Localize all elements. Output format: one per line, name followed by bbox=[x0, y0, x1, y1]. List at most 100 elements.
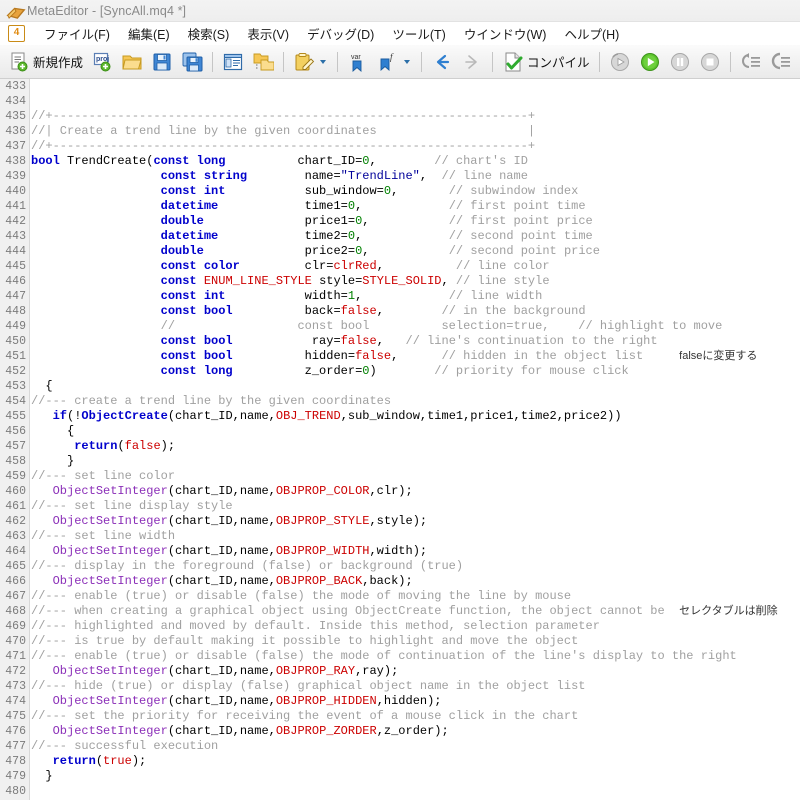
code-line[interactable]: 473 //--- hide (true) or display (false) … bbox=[0, 679, 800, 694]
code-line[interactable]: 476 ObjectSetInteger(chart_ID,name,OBJPR… bbox=[0, 724, 800, 739]
insert-function-button[interactable]: f bbox=[374, 48, 415, 76]
code-line[interactable]: 442 double price1=0, // first point pric… bbox=[0, 214, 800, 229]
code-line[interactable]: 437 //+----------------------------------… bbox=[0, 139, 800, 154]
code-line[interactable]: 450 const bool ray=false, // line's cont… bbox=[0, 334, 800, 349]
code-line[interactable]: 455 if(!ObjectCreate(chart_ID,name,OBJ_T… bbox=[0, 409, 800, 424]
code-line[interactable]: 464 ObjectSetInteger(chart_ID,name,OBJPR… bbox=[0, 544, 800, 559]
stop-square-icon bbox=[699, 51, 721, 73]
code-line-text: //--- enable (true) or disable (false) t… bbox=[31, 649, 737, 663]
code-token: OBJPROP_RAY bbox=[275, 664, 356, 678]
code-line[interactable]: 445 const color clr=clrRed, // line colo… bbox=[0, 259, 800, 274]
code-line[interactable]: 479 } bbox=[0, 769, 800, 784]
menu-search[interactable]: 検索(S) bbox=[179, 22, 239, 45]
code-token: // second point time bbox=[448, 229, 593, 243]
code-line[interactable]: 435 //+----------------------------------… bbox=[0, 109, 800, 124]
compile-button[interactable]: コンパイル bbox=[499, 48, 593, 76]
code-line[interactable]: 456 { bbox=[0, 424, 800, 439]
code-line[interactable]: 463 //--- set line width bbox=[0, 529, 800, 544]
code-line[interactable]: 457 return(false); bbox=[0, 439, 800, 454]
save-all-button[interactable] bbox=[178, 48, 206, 76]
function-dropdown-caret[interactable] bbox=[404, 59, 411, 64]
open-button[interactable] bbox=[118, 48, 146, 76]
code-line[interactable]: 459 //--- set line color bbox=[0, 469, 800, 484]
code-line[interactable]: 441 datetime time1=0, // first point tim… bbox=[0, 199, 800, 214]
navigator-button[interactable] bbox=[219, 48, 247, 76]
start-button[interactable] bbox=[636, 48, 664, 76]
code-editor[interactable]: 433 434 435 //+----------------------------… bbox=[0, 79, 800, 800]
line-number: 447 bbox=[5, 290, 26, 303]
code-line[interactable]: 471 //--- enable (true) or disable (false… bbox=[0, 649, 800, 664]
code-line[interactable]: 454 //--- create a trend line by the give… bbox=[0, 394, 800, 409]
toolbar-separator-7 bbox=[729, 51, 731, 72]
code-line[interactable]: 470 //--- is true by default making it po… bbox=[0, 634, 800, 649]
code-line[interactable]: 478 return(true); bbox=[0, 754, 800, 769]
line-number: 454 bbox=[5, 395, 26, 408]
code-line-text: //--- create a trend line by the given c… bbox=[31, 394, 391, 408]
clipboard-button[interactable] bbox=[290, 48, 331, 76]
code-line[interactable]: 446 const ENUM_LINE_STYLE style=STYLE_SO… bbox=[0, 274, 800, 289]
code-line[interactable]: 474 ObjectSetInteger(chart_ID,name,OBJPR… bbox=[0, 694, 800, 709]
menu-edit[interactable]: 編集(E) bbox=[119, 22, 179, 45]
code-line[interactable]: 472 ObjectSetInteger(chart_ID,name,OBJPR… bbox=[0, 664, 800, 679]
menu-window[interactable]: ウインドウ(W) bbox=[455, 22, 556, 45]
code-line[interactable]: 440 const int sub_window=0, // subwindow… bbox=[0, 184, 800, 199]
menu-view[interactable]: 表示(V) bbox=[238, 22, 298, 45]
code-line[interactable]: 458 } bbox=[0, 454, 800, 469]
code-line[interactable]: 434 bbox=[0, 94, 800, 109]
code-token: ) bbox=[369, 364, 377, 378]
code-line[interactable]: 468 //--- when creating a graphical objec… bbox=[0, 604, 800, 619]
data-folder-button[interactable] bbox=[249, 48, 277, 76]
back-button[interactable] bbox=[428, 48, 456, 76]
code-line[interactable]: 449 // const bool selection=true, // hig… bbox=[0, 319, 800, 334]
code-line[interactable]: 477 //--- successful execution bbox=[0, 739, 800, 754]
code-line[interactable]: 439 const string name="TrendLine", // li… bbox=[0, 169, 800, 184]
line-number: 458 bbox=[5, 455, 26, 468]
code-line[interactable]: 444 double price2=0, // second point pri… bbox=[0, 244, 800, 259]
menu-debug[interactable]: デバッグ(D) bbox=[298, 22, 383, 45]
code-token: (chart_ID,name, bbox=[167, 694, 276, 708]
code-line[interactable]: 466 ObjectSetInteger(chart_ID,name,OBJPR… bbox=[0, 574, 800, 589]
code-line[interactable]: 461 //--- set line display style bbox=[0, 499, 800, 514]
code-line[interactable]: 460 ObjectSetInteger(chart_ID,name,OBJPR… bbox=[0, 484, 800, 499]
code-line[interactable]: 453 { bbox=[0, 379, 800, 394]
code-line[interactable]: 436 //| Create a trend line by the given … bbox=[0, 124, 800, 139]
code-line[interactable]: 465 //--- display in the foreground (fals… bbox=[0, 559, 800, 574]
code-line[interactable]: 462 ObjectSetInteger(chart_ID,name,OBJPR… bbox=[0, 514, 800, 529]
code-line-text: ObjectSetInteger(chart_ID,name,OBJPROP_B… bbox=[31, 574, 413, 588]
code-line[interactable]: 438 bool TrendCreate(const long chart_ID=… bbox=[0, 154, 800, 169]
code-token: ObjectSetInteger bbox=[52, 664, 168, 678]
code-line[interactable]: 480 bbox=[0, 784, 800, 799]
new-project-button[interactable]: proj bbox=[88, 48, 116, 76]
code-line[interactable]: 451 const bool hidden=false, // hidden i… bbox=[0, 349, 800, 364]
insert-variable-button[interactable]: var bbox=[344, 48, 372, 76]
line-number: 433 bbox=[5, 80, 26, 93]
code-line[interactable]: 433 bbox=[0, 79, 800, 94]
code-token: //| Create a trend line by the given coo… bbox=[31, 124, 536, 138]
menu-file[interactable]: ファイル(F) bbox=[35, 22, 119, 45]
code-line[interactable]: 447 const int width=1, // line width bbox=[0, 289, 800, 304]
new-file-button[interactable]: 新規作成 bbox=[5, 48, 86, 76]
code-text-area[interactable]: 433 434 435 //+----------------------------… bbox=[0, 79, 800, 800]
code-line[interactable]: 469 //--- highlighted and moved by defaul… bbox=[0, 619, 800, 634]
code-line[interactable]: 452 const long z_order=0) // priority fo… bbox=[0, 364, 800, 379]
code-token: // line's continuation to the right bbox=[405, 334, 658, 348]
code-token: TrendCreate bbox=[67, 154, 147, 168]
code-token: OBJPROP_STYLE bbox=[275, 514, 370, 528]
menu-tools[interactable]: ツール(T) bbox=[383, 22, 454, 45]
code-line[interactable]: 467 //--- enable (true) or disable (false… bbox=[0, 589, 800, 604]
code-token: const bool bbox=[160, 304, 233, 318]
code-token: ); bbox=[160, 439, 176, 453]
clipboard-dropdown-caret[interactable] bbox=[320, 59, 327, 64]
code-line[interactable]: 443 datetime time2=0, // second point ti… bbox=[0, 229, 800, 244]
save-button[interactable] bbox=[148, 48, 176, 76]
code-line[interactable]: 475 //--- set the priority for receiving … bbox=[0, 709, 800, 724]
line-number: 477 bbox=[5, 740, 26, 753]
menu-help[interactable]: ヘルプ(H) bbox=[555, 22, 628, 45]
code-line[interactable]: 448 const bool back=false, // in the bac… bbox=[0, 304, 800, 319]
